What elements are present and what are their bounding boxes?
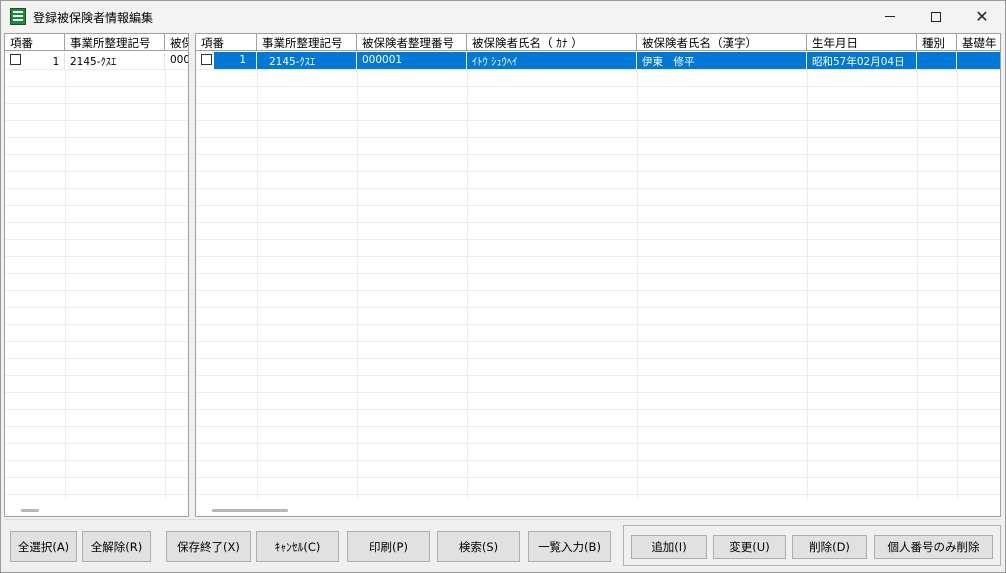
col-header-insured-no[interactable]: 被保険者整理番号: [357, 34, 467, 51]
app-icon: [10, 8, 26, 25]
row-no: 1: [52, 56, 60, 68]
window-title: 登録被保険者情報編集: [33, 11, 154, 25]
print-button[interactable]: 印刷(P): [347, 531, 430, 562]
table-row-selected[interactable]: 1 2145-ｸｽｴ 000001 ｲﾄｳ ｼｭｳﾍｲ 伊東 修平 昭和57年0…: [196, 52, 1000, 69]
search-button[interactable]: 検索(S): [437, 531, 520, 562]
left-grid[interactable]: 項番 事業所整理記号 被保 1 2145-ｸｽｴ 000: [4, 33, 189, 517]
col-header-name-kanji[interactable]: 被保険者氏名（漢字）: [637, 34, 807, 51]
select-all-button[interactable]: 全選択(A): [10, 531, 77, 562]
col-header-birth[interactable]: 生年月日: [807, 34, 917, 51]
grid-vline: [917, 69, 918, 499]
delete-mynumber-button[interactable]: 個人番号のみ削除: [874, 535, 993, 559]
row-checkbox[interactable]: [201, 54, 212, 65]
row-checkbox[interactable]: [10, 54, 21, 65]
left-horizontal-scrollbar[interactable]: [21, 509, 39, 512]
cancel-button[interactable]: ｷｬﾝｾﾙ(C): [256, 531, 339, 562]
right-grid[interactable]: 項番 事業所整理記号 被保険者整理番号 被保険者氏名（ ｶﾅ ） 被保険者氏名（…: [195, 33, 1001, 517]
batch-input-button[interactable]: 一覧入力(B): [528, 531, 611, 562]
grid-vline: [257, 69, 258, 499]
delete-button[interactable]: 削除(D): [792, 535, 867, 559]
deselect-all-button[interactable]: 全解除(R): [82, 531, 151, 562]
col-header-pension[interactable]: 基礎年: [957, 34, 1000, 51]
grid-lines: [196, 69, 1000, 499]
grid-vline: [957, 69, 958, 499]
col-header-name-kana[interactable]: 被保険者氏名（ ｶﾅ ）: [467, 34, 637, 51]
grid-vline: [65, 69, 66, 499]
birth-cell: 昭和57年02月04日: [807, 52, 917, 69]
grid-vline: [807, 69, 808, 499]
col-header-office-code[interactable]: 事業所整理記号: [257, 34, 357, 51]
add-button[interactable]: 追加(I): [631, 535, 707, 559]
grid-vline: [165, 69, 166, 499]
name-kana-cell: ｲﾄｳ ｼｭｳﾍｲ: [467, 52, 637, 69]
row-checkbox-cell[interactable]: [196, 52, 214, 69]
maximize-icon: [931, 11, 941, 22]
insured-cell: 000: [165, 52, 188, 69]
grid-lines: [5, 69, 188, 499]
right-grid-header: 項番 事業所整理記号 被保険者整理番号 被保険者氏名（ ｶﾅ ） 被保険者氏名（…: [196, 34, 1000, 51]
pension-cell: [957, 52, 1000, 69]
main-window: 登録被保険者情報編集 ✕ 項番 事業所整理記号 被保 1 2145-ｸｽｴ 00…: [0, 0, 1006, 573]
col-header-insured[interactable]: 被保: [165, 34, 188, 51]
col-header-type[interactable]: 種別: [917, 34, 957, 51]
col-header-office-code[interactable]: 事業所整理記号: [65, 34, 165, 51]
modify-button[interactable]: 変更(U): [713, 535, 786, 559]
save-exit-button[interactable]: 保存終了(X): [166, 531, 251, 562]
close-icon: ✕: [975, 6, 989, 26]
grid-vline: [637, 69, 638, 499]
left-grid-header: 項番 事業所整理記号 被保: [5, 34, 188, 51]
col-header-no[interactable]: 項番: [5, 34, 65, 51]
minimize-button[interactable]: [867, 1, 913, 32]
right-horizontal-scrollbar[interactable]: [212, 509, 288, 512]
table-row[interactable]: 1 2145-ｸｽｴ 000: [5, 52, 188, 69]
type-cell: [917, 52, 957, 69]
office-code-cell: 2145-ｸｽｴ: [65, 52, 165, 69]
close-button[interactable]: ✕: [959, 1, 1005, 32]
col-header-no[interactable]: 項番: [196, 34, 257, 51]
name-kanji-cell: 伊東 修平: [637, 52, 807, 69]
grid-vline: [467, 69, 468, 499]
row-checkbox-cell[interactable]: 1: [5, 52, 65, 69]
title-bar: 登録被保険者情報編集 ✕: [1, 1, 1005, 32]
insured-no-cell: 000001: [357, 52, 467, 69]
grid-vline: [357, 69, 358, 499]
office-code-cell: 2145-ｸｽｴ: [257, 52, 357, 69]
minimize-icon: [885, 16, 895, 17]
maximize-button[interactable]: [913, 1, 959, 32]
row-no: 1: [214, 52, 257, 69]
